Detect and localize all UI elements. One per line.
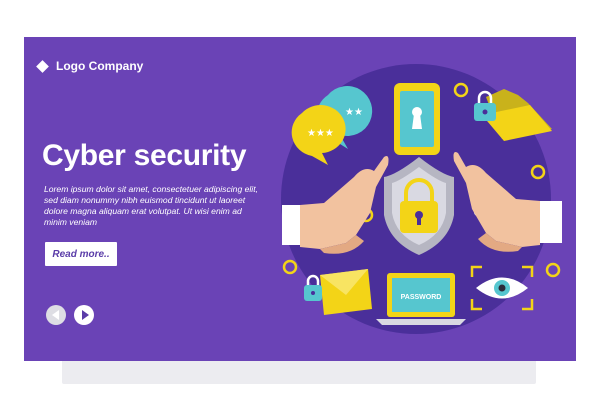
- read-more-button[interactable]: Read more..: [45, 242, 117, 266]
- hero-title: Cyber security: [42, 139, 247, 172]
- phone-lock-icon: [394, 83, 440, 155]
- hero-body-text: Lorem ipsum dolor sit amet, consectetuer…: [44, 184, 258, 227]
- laptop-screen-text: PASSWORD: [401, 294, 442, 301]
- card-shadow: [62, 358, 536, 384]
- arrow-right-icon: [81, 310, 89, 320]
- logo-diamond-icon: [36, 59, 49, 73]
- company-logo[interactable]: Logo Company: [36, 59, 143, 73]
- svg-text:★★: ★★: [345, 107, 363, 118]
- svg-text:★★★: ★★★: [307, 128, 334, 139]
- next-slide-button[interactable]: [74, 305, 94, 325]
- arrow-left-icon: [51, 310, 59, 320]
- logo-text: Logo Company: [56, 59, 144, 73]
- previous-slide-button[interactable]: [46, 305, 66, 325]
- envelope-lock-icon: [304, 269, 372, 315]
- hero-banner: ★★ ★★★ PASSWORD Logo Company Cyber secur…: [24, 37, 576, 361]
